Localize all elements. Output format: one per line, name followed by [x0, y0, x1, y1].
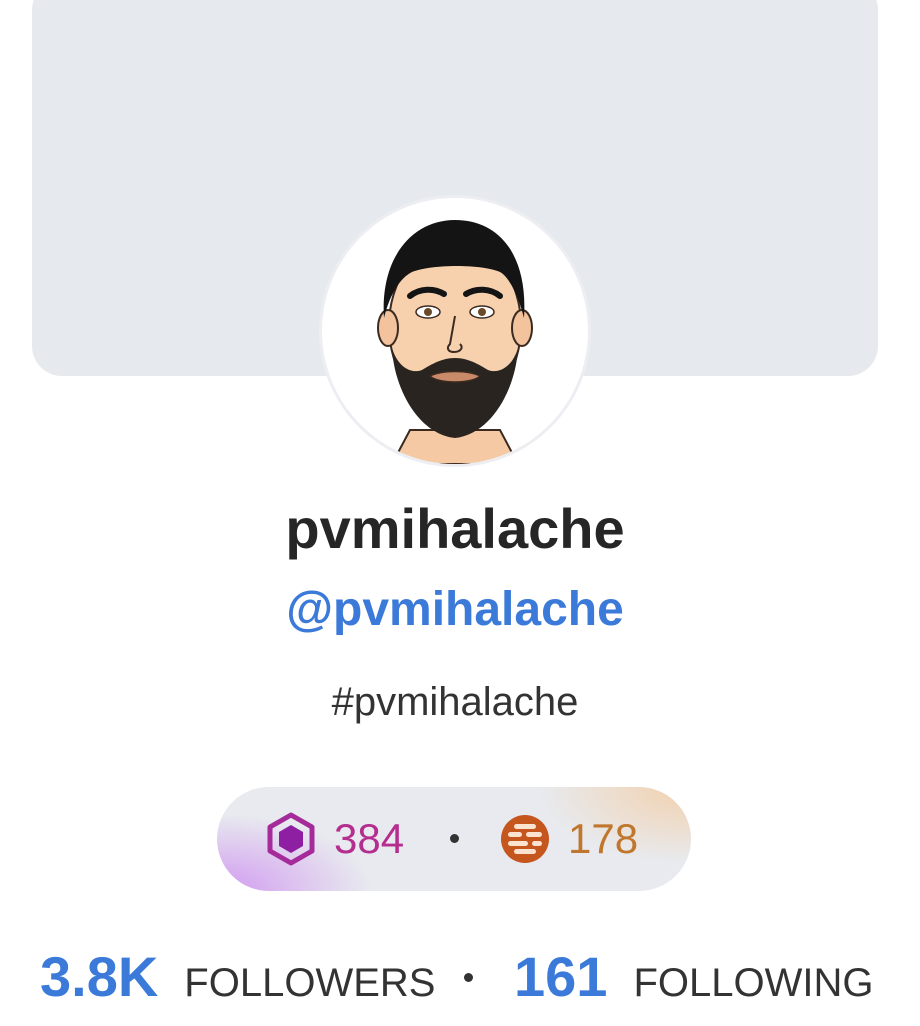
hashtag-label: #pvmihalache — [331, 680, 579, 724]
hexagon-gem-icon — [264, 812, 318, 866]
following-stat[interactable]: 161 FOLLOWING — [514, 944, 873, 1016]
profile-page: pvmihalache @pvmihalache #pvmihalache 38… — [0, 0, 920, 1026]
coins-balance[interactable]: 178 — [498, 812, 638, 866]
avatar-illustration — [377, 220, 533, 464]
followers-count: 3.8K — [40, 945, 159, 1008]
username-handle[interactable]: @pvmihalache — [0, 580, 910, 640]
following-label: FOLLOWING — [633, 961, 874, 1005]
gems-count: 384 — [334, 815, 405, 862]
followers-stat[interactable]: 3.8K FOLLOWERS — [40, 944, 435, 1016]
gems-balance[interactable]: 384 — [264, 812, 404, 866]
separator-dot — [450, 834, 459, 843]
balances-pill[interactable]: 384 178 — [217, 787, 691, 891]
display-name: pvmihalache — [285, 497, 625, 560]
followers-label: FOLLOWERS — [184, 961, 436, 1005]
coins-count: 178 — [568, 815, 639, 862]
avatar[interactable] — [322, 198, 588, 464]
striped-coin-icon — [498, 812, 552, 866]
separator-dot — [464, 973, 473, 982]
following-count: 161 — [514, 945, 608, 1008]
